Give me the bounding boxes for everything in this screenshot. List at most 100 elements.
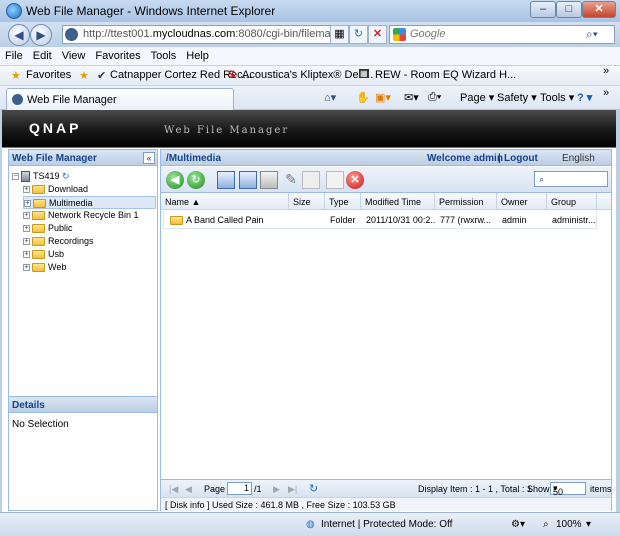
column-owner[interactable]: Owner (497, 193, 547, 210)
tree-item-download[interactable]: + Download (23, 183, 88, 196)
cell-size (290, 211, 326, 229)
tab-title: Web File Manager (27, 94, 117, 106)
folder-icon (32, 237, 45, 247)
display-items-text: Display Item : 1 - 1 , Total : 1 (418, 484, 532, 494)
feeds-icon[interactable]: ▣▾ (375, 91, 391, 104)
folder-icon (170, 216, 183, 226)
rename-icon[interactable]: ✎ (282, 171, 300, 189)
back-button[interactable]: ◀ (8, 24, 30, 46)
refresh-icon[interactable]: ↻ (349, 25, 368, 44)
collapse-panel-button[interactable]: « (143, 152, 155, 164)
language-select[interactable]: English (562, 153, 595, 164)
file-name: A Band Called Pain (186, 215, 264, 225)
refresh-icon[interactable]: ↻ (187, 171, 205, 189)
refresh-icon[interactable]: ↻ (309, 482, 318, 495)
collapse-toggle[interactable]: − (12, 173, 19, 181)
tab-web-file-manager[interactable]: Web File Manager (6, 88, 234, 110)
home-icon[interactable]: ⌂▾ (324, 91, 336, 104)
zoom-level[interactable]: 100% (556, 519, 582, 530)
expand-toggle[interactable]: + (23, 225, 30, 233)
column-permission[interactable]: Permission (435, 193, 497, 210)
menu-edit[interactable]: Edit (28, 47, 57, 62)
file-search-input[interactable]: ⌕ (534, 171, 608, 187)
move-icon[interactable] (326, 171, 344, 189)
column-type[interactable]: Type (325, 193, 361, 210)
copy-icon[interactable] (302, 171, 320, 189)
expand-toggle[interactable]: + (24, 200, 31, 208)
page-menu[interactable]: Page ▾ (460, 91, 494, 104)
delete-icon[interactable]: ✕ (346, 171, 364, 189)
close-window-button[interactable]: ✕ (582, 1, 616, 18)
expand-toggle[interactable]: + (23, 212, 30, 220)
root-label: TS419 (33, 171, 60, 181)
expand-toggle[interactable]: + (23, 238, 30, 246)
menu-favorites[interactable]: Favorites (90, 47, 145, 62)
search-input[interactable]: Google (389, 25, 615, 44)
table-header: Name ▲ Size Type Modified Time Permissio… (161, 193, 611, 210)
hand-icon[interactable]: ✋ (356, 91, 370, 104)
table-row[interactable]: A Band Called Pain Folder 2011/10/31 00:… (163, 211, 597, 229)
search-icon[interactable]: ⌕▾ (586, 27, 598, 42)
cell-group: administr... (552, 215, 596, 225)
refresh-icon[interactable]: ↻ (62, 171, 70, 181)
add-favorite-icon[interactable]: ★ (79, 69, 89, 82)
tree-item-usb[interactable]: + Usb (23, 248, 64, 261)
page-size-select[interactable]: 50 ▾ (550, 482, 586, 497)
zoom-icon[interactable]: ⌕ (543, 519, 549, 530)
folder-icon (32, 185, 45, 195)
favorite-link-3[interactable]: REW - Room EQ Wizard H... (375, 69, 516, 81)
column-group[interactable]: Group (547, 193, 597, 210)
expand-toggle[interactable]: + (23, 251, 30, 259)
back-folder-icon[interactable]: ◀ (166, 171, 184, 189)
upload-file-icon[interactable] (217, 171, 235, 189)
site-icon (65, 28, 78, 41)
tree-item-web[interactable]: + Web (23, 261, 66, 274)
compatibility-view-icon[interactable]: ▦ (330, 25, 349, 44)
cell-name: A Band Called Pain (166, 211, 290, 229)
download-file-icon[interactable] (239, 171, 257, 189)
forward-button[interactable]: ▶ (30, 24, 52, 46)
tree-panel-title: Web File Manager (12, 153, 97, 164)
new-folder-icon[interactable] (260, 171, 278, 189)
print-icon[interactable]: ⎙▾ (428, 91, 441, 104)
menu-help[interactable]: Help (181, 47, 214, 62)
favorites-button[interactable]: Favorites (26, 69, 71, 81)
minimize-button[interactable]: – (530, 1, 556, 18)
menu-file[interactable]: File (0, 47, 28, 62)
security-zone[interactable]: Internet | Protected Mode: Off (321, 519, 452, 530)
next-page-icon[interactable]: ▶ (273, 484, 280, 495)
tree-item-public[interactable]: + Public (23, 222, 73, 235)
stop-icon[interactable]: ✕ (368, 25, 387, 44)
first-page-icon[interactable]: |◀ (169, 484, 178, 495)
cell-owner: admin (502, 215, 527, 225)
menu-tools[interactable]: Tools (146, 47, 182, 62)
safety-menu[interactable]: Safety ▾ (497, 91, 537, 104)
folder-label: Download (48, 184, 89, 194)
commands-more-chevron[interactable]: » (603, 87, 609, 99)
tools-menu[interactable]: Tools ▾ (540, 91, 574, 104)
zoom-menu-chevron[interactable]: ▾ (586, 519, 591, 530)
help-menu[interactable]: ? ▾ (577, 91, 592, 104)
protected-mode-icon[interactable]: ⚙▾ (511, 519, 525, 530)
tree-item-network-recycle-bin[interactable]: + Network Recycle Bin 1 (23, 209, 139, 222)
column-name[interactable]: Name ▲ (161, 193, 289, 210)
column-modified-time[interactable]: Modified Time (361, 193, 435, 210)
column-size[interactable]: Size (289, 193, 325, 210)
favorite-link-2[interactable]: Acoustica's Kliptex® Dec... (242, 69, 373, 81)
mail-icon[interactable]: ✉▾ (404, 91, 419, 104)
menu-view[interactable]: View (57, 47, 91, 62)
page-input[interactable]: 1 (227, 482, 252, 495)
welcome-text: Welcome admin (427, 153, 503, 164)
prev-page-icon[interactable]: ◀ (185, 484, 192, 495)
expand-toggle[interactable]: + (23, 264, 30, 272)
logout-link[interactable]: Logout (504, 153, 538, 164)
tree-item-multimedia[interactable]: + Multimedia (23, 196, 156, 209)
last-page-icon[interactable]: ▶| (288, 484, 297, 495)
expand-toggle[interactable]: + (23, 186, 30, 194)
tree-root-ts419[interactable]: − TS419 ↻ (12, 170, 70, 183)
maximize-button[interactable]: □ (556, 1, 582, 18)
folder-icon (32, 250, 45, 260)
tree-item-recordings[interactable]: + Recordings (23, 235, 94, 248)
favorites-more-chevron[interactable]: » (603, 65, 609, 77)
details-title: Details (12, 400, 45, 411)
